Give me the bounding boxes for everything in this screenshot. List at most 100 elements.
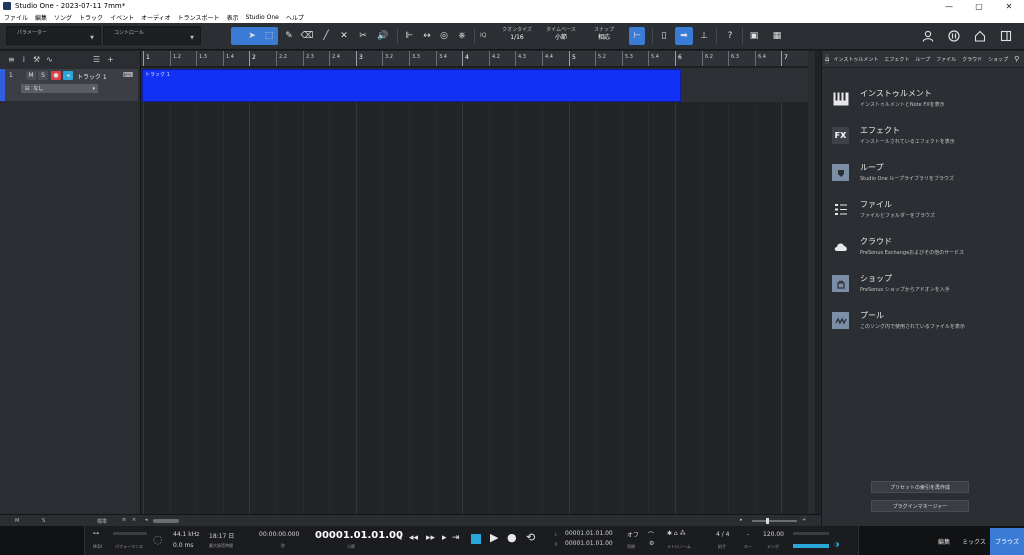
play-button[interactable]: ▶ (490, 531, 498, 544)
menu-help[interactable]: ヘルプ (286, 13, 304, 22)
menu-file[interactable]: ファイル (4, 13, 28, 22)
listen-tool-icon[interactable]: 🔊 (376, 29, 390, 43)
footer-mute-label[interactable]: M (15, 518, 19, 524)
menu-edit[interactable]: 編集 (35, 13, 47, 22)
loop-end[interactable]: 00001.01.01.00 (565, 540, 613, 547)
add-track-icon[interactable]: + (107, 55, 114, 64)
tab-shop[interactable]: ショップ (988, 56, 1008, 63)
autoscroll-off-icon[interactable]: ▯ (657, 29, 671, 43)
eraser-tool-icon[interactable]: ⌫ (300, 29, 314, 43)
rebuild-preset-index-button[interactable]: プリセットの索引を再作成 (871, 481, 969, 493)
loop-button[interactable]: ⟲ (526, 531, 535, 544)
zoom-slider-handle[interactable] (766, 518, 769, 524)
stop-button[interactable] (471, 534, 481, 544)
timebase-dropdown[interactable]: タイムベース 小節 (540, 27, 582, 41)
instrument-event[interactable]: トラック 1 (142, 69, 681, 102)
zoom-slider[interactable] (752, 520, 797, 522)
loop-start[interactable]: 00001.01.01.00 (565, 530, 613, 537)
track-height-label[interactable]: 標準 (97, 518, 107, 525)
browser-item-files[interactable]: ファイル ファイルとフォルダーをブラウズ (832, 199, 1017, 229)
stretch-tool-icon[interactable]: ↔ (420, 29, 434, 43)
arrow-tool-icon[interactable]: ➤ (245, 29, 259, 43)
browser-item-effects[interactable]: FX エフェクト インストールされているエフェクトを表示 (832, 125, 1017, 155)
metronome-settings-icon[interactable]: ⚙ (649, 540, 654, 547)
zoom-tool-icon[interactable]: ◎ (437, 29, 451, 43)
split-tool-icon[interactable]: ✂ (356, 29, 370, 43)
paint-tool-icon[interactable]: ╱ (319, 29, 333, 43)
browser-item-cloud[interactable]: クラウド PreSonus Exchangeおよびその他のサービス (832, 236, 1017, 266)
footer-close-icon[interactable]: × (132, 517, 136, 523)
track-input-select[interactable]: ⊟ なし ▾ (21, 84, 98, 93)
cursor-follow-icon[interactable]: ⊥ (697, 29, 711, 43)
menu-transport[interactable]: トランスポート (178, 13, 220, 22)
minimize-button[interactable]: — (934, 0, 964, 12)
tab-browse[interactable]: ブラウズ (990, 528, 1024, 555)
video-icon[interactable]: ▣ (747, 29, 761, 43)
tab-loops[interactable]: ループ (915, 56, 930, 63)
rewind-icon[interactable]: ◂◂ (409, 533, 418, 543)
sample-rate[interactable]: 44.1 kHz (173, 531, 199, 538)
plugin-manager-button[interactable]: プラグインマネージャー (871, 500, 969, 512)
bend-tool-icon[interactable]: ⊩ (402, 29, 416, 43)
time-seconds-unit[interactable]: 秒 (281, 543, 285, 549)
browser-item-pool[interactable]: プール このソング内で使用されているファイルを表示 (832, 310, 1017, 340)
presonus-logo-icon[interactable] (946, 29, 962, 43)
automation-icon[interactable]: ∿ (46, 55, 53, 64)
parameter-dropdown[interactable]: パラメーター ▼ (6, 26, 101, 45)
position-unit[interactable]: 小節 (347, 544, 355, 550)
master-volume-slider[interactable] (793, 544, 829, 548)
browser-toggle-icon[interactable] (998, 29, 1014, 43)
tab-files[interactable]: ファイル (936, 56, 956, 63)
layout-menu-icon[interactable]: ▦ (770, 29, 784, 43)
metronome-click-icon[interactable]: ✱ ⌂ ⁂ (667, 530, 686, 537)
track-menu-icon[interactable]: ≡ (8, 55, 15, 64)
arrange-view[interactable]: トラック 1 (141, 68, 815, 514)
scroll-left-icon[interactable]: ◂ (145, 517, 148, 523)
track-name[interactable]: トラック 1 (77, 72, 107, 81)
tab-mix[interactable]: ミックス (959, 528, 989, 555)
footer-solo-label[interactable]: S (42, 518, 45, 524)
pencil-tool-icon[interactable]: ✎ (282, 29, 296, 43)
fast-forward-icon[interactable]: ▸▸ (426, 533, 435, 543)
time-signature[interactable]: 4 / 4 (716, 531, 729, 538)
tab-edit[interactable]: 編集 (929, 528, 959, 555)
menu-song[interactable]: ソング (54, 13, 72, 22)
track-lane[interactable]: トラック 1 (141, 68, 808, 102)
return-to-zero-icon[interactable]: ◂ (397, 533, 402, 543)
inspector-icon[interactable]: i (23, 55, 25, 64)
performance-meter-icon[interactable]: ◌ (153, 533, 163, 546)
browser-item-instruments[interactable]: インストゥルメント インストゥルメントとNote FXを表示 (832, 88, 1017, 118)
close-button[interactable]: ✕ (994, 0, 1024, 12)
horizontal-scrollbar-thumb[interactable] (153, 519, 179, 523)
control-dropdown[interactable]: コントロール ▼ (103, 26, 201, 45)
scroll-right-icon[interactable]: ▸ (740, 517, 743, 523)
iq-label[interactable]: IQ (480, 32, 487, 39)
mute-button[interactable]: M (26, 71, 36, 80)
search-icon[interactable]: ⚲ (1014, 55, 1019, 63)
home-icon[interactable] (972, 29, 988, 43)
transform-tool-icon[interactable]: ⎈ (455, 29, 469, 43)
menu-view[interactable]: 表示 (227, 13, 239, 22)
zoom-in-icon[interactable]: + (802, 517, 806, 523)
browser-item-loops[interactable]: ループ Studio One ループライブラリをブラウズ (832, 162, 1017, 192)
forward-to-end-icon[interactable]: ▸ (442, 533, 447, 543)
wrench-icon[interactable]: ⚒ (33, 55, 40, 64)
maximize-button[interactable]: ▢ (964, 0, 994, 12)
timeline-ruler[interactable]: 1 1.2 1.3 1.4 2 2.2 2.3 2.4 3 3.2 3.3 3.4 4 4.2 4.3 4.4… (141, 51, 815, 67)
precount-icon[interactable]: ⌒ (648, 530, 654, 539)
master-toggle-icon[interactable]: ◑ (834, 541, 839, 548)
menu-event[interactable]: イベント (110, 13, 134, 22)
sync-value[interactable]: オフ (627, 530, 639, 539)
menu-track[interactable]: トラック (79, 13, 103, 22)
snap-dropdown[interactable]: スナップ 相応 (586, 27, 622, 41)
tab-cloud[interactable]: クラウド (962, 56, 982, 63)
tab-instruments[interactable]: インストゥルメント (833, 56, 878, 63)
quantize-dropdown[interactable]: クオンタイズ 1/16 (497, 27, 537, 41)
user-account-icon[interactable] (920, 29, 936, 43)
browser-home-icon[interactable]: ⌂ (825, 54, 830, 64)
record-button[interactable]: ● (507, 531, 517, 544)
tempo-value[interactable]: 120.00 (763, 531, 784, 538)
monitor-button[interactable]: ◂ (63, 71, 73, 80)
mute-tool-icon[interactable]: ✕ (337, 29, 351, 43)
footer-options-icon[interactable]: ≡ (122, 517, 126, 523)
